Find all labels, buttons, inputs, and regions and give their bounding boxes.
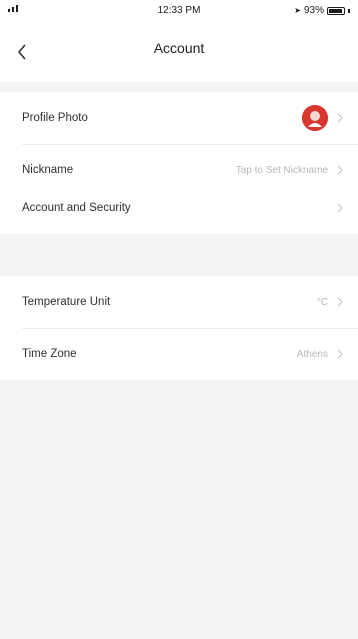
page-title: Account [153, 40, 205, 56]
avatar-icon[interactable] [302, 105, 328, 131]
nickname-value: Tap to Set Nickname [235, 164, 328, 176]
time-zone-label: Time Zone [22, 348, 77, 360]
chevron-right-icon [336, 349, 344, 359]
chevron-right-icon [336, 113, 344, 123]
chevron-right-icon [336, 297, 344, 307]
account-security-row[interactable]: Account and Security [0, 182, 358, 234]
temperature-unit-label: Temperature Unit [22, 296, 111, 308]
battery-icon [327, 6, 345, 15]
profile-photo-row[interactable]: Profile Photo [0, 92, 358, 144]
time-zone-row[interactable]: Time Zone Athens [0, 328, 358, 380]
battery-indicator: ➤ 93% [294, 5, 350, 16]
battery-percent: 93% [303, 5, 324, 16]
navigation-bar: Account [0, 22, 358, 82]
security-group: Account and Security [0, 182, 358, 234]
profile-photo-label: Profile Photo [22, 112, 88, 124]
chevron-right-icon [336, 203, 344, 213]
location-icon: ➤ [294, 6, 301, 15]
profile-group: Profile Photo Nickname Tap to Set Nickna… [0, 92, 358, 196]
temperature-unit-value: °C [316, 296, 328, 308]
chevron-right-icon [336, 165, 344, 175]
account-security-label: Account and Security [22, 202, 131, 214]
nickname-label: Nickname [22, 164, 74, 176]
time-zone-value: Athens [296, 348, 328, 360]
status-bar: 12:33 PM ➤ 93% [0, 0, 358, 22]
preferences-group: Temperature Unit °C Time Zone Athens [0, 276, 358, 380]
temperature-unit-row[interactable]: Temperature Unit °C [0, 276, 358, 328]
